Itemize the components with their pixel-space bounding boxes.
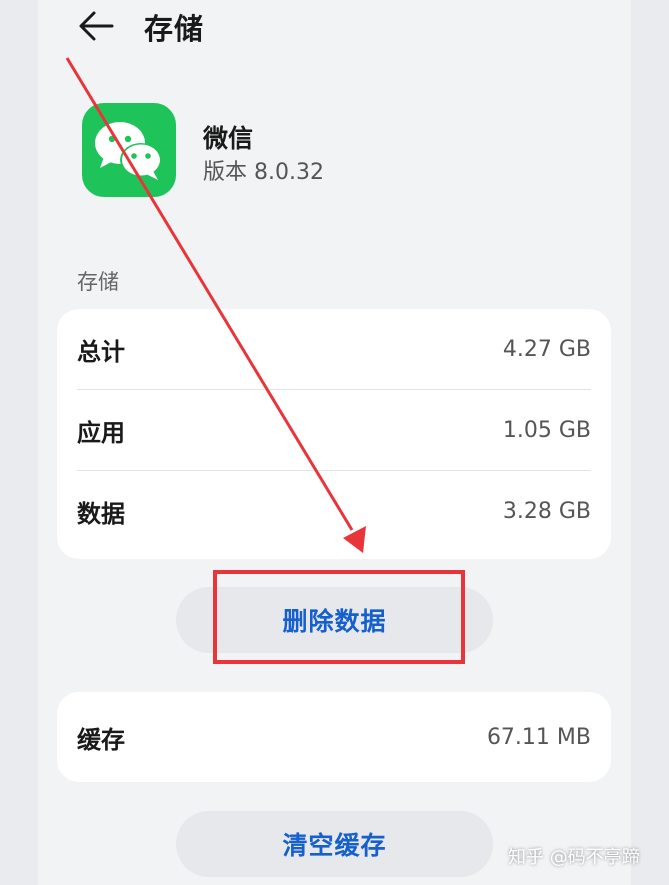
row-value: 4.27 GB xyxy=(502,336,591,362)
storage-row-app: 应用 1.05 GB xyxy=(77,389,591,470)
row-label: 总计 xyxy=(77,337,125,366)
row-value: 3.28 GB xyxy=(502,498,591,524)
watermark: 知乎 @码不亭蹄 xyxy=(508,847,640,868)
delete-data-button[interactable]: 删除数据 xyxy=(176,587,493,653)
arrow-left-icon xyxy=(79,11,114,41)
cache-card: 缓存 67.11 MB xyxy=(57,692,611,782)
storage-row-total: 总计 4.27 GB xyxy=(77,309,591,389)
storage-row-data: 数据 3.28 GB xyxy=(77,470,591,551)
left-margin xyxy=(0,0,38,885)
row-label: 应用 xyxy=(77,418,125,447)
back-button[interactable] xyxy=(74,6,118,46)
cache-row: 缓存 67.11 MB xyxy=(77,692,591,782)
row-label: 数据 xyxy=(77,499,125,528)
clear-cache-label: 清空缓存 xyxy=(282,831,387,860)
page-title: 存储 xyxy=(144,12,205,46)
delete-data-label: 删除数据 xyxy=(282,607,387,636)
row-value: 67.11 MB xyxy=(486,724,591,750)
right-margin xyxy=(631,0,669,885)
app-name: 微信 xyxy=(203,124,254,153)
clear-cache-button[interactable]: 清空缓存 xyxy=(176,811,493,877)
storage-card: 总计 4.27 GB 应用 1.05 GB 数据 3.28 GB xyxy=(57,309,611,559)
storage-section-label: 存储 xyxy=(77,270,119,294)
wechat-logo-icon xyxy=(82,103,176,197)
row-value: 1.05 GB xyxy=(502,417,591,443)
header: 存储 xyxy=(0,0,669,56)
row-label: 缓存 xyxy=(77,725,125,754)
app-version: 版本 8.0.32 xyxy=(203,160,324,185)
